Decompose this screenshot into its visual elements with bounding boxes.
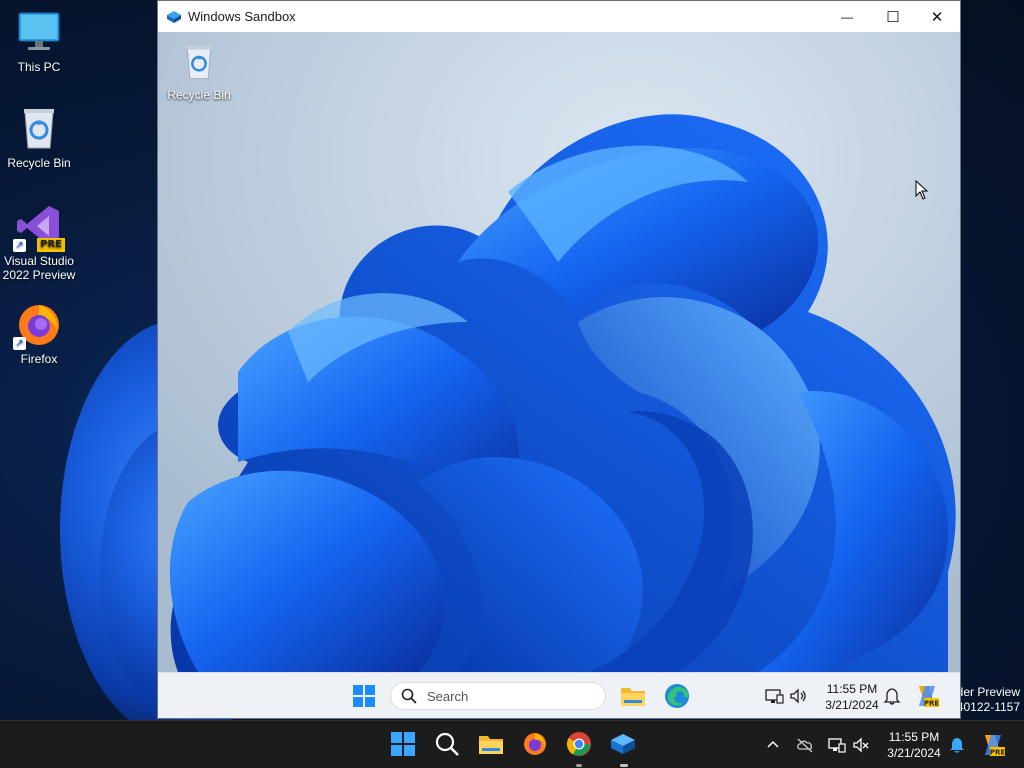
volume-muted-icon[interactable]: [852, 736, 870, 754]
host-firefox-button[interactable]: [522, 731, 550, 759]
network-icon[interactable]: [828, 736, 846, 754]
shortcut-arrow-icon: ↗: [13, 337, 26, 350]
minimize-button[interactable]: —: [824, 1, 870, 32]
bloom-wallpaper: [158, 32, 960, 672]
close-button[interactable]: ✕: [914, 1, 960, 32]
chrome-icon: [566, 732, 591, 756]
desktop-icon-label: This PC: [17, 60, 61, 74]
sandbox-search-box[interactable]: Search: [390, 682, 606, 710]
host-search-button[interactable]: [434, 731, 462, 759]
sandbox-taskbar: Search 11:55 PM 3/21/2024 PRE: [158, 672, 960, 718]
copilot-preview-icon[interactable]: PRE: [980, 732, 1006, 758]
desktop-icon-label: Visual Studio: [4, 254, 74, 268]
watermark-line: der Preview: [956, 685, 1020, 699]
network-icon[interactable]: [764, 686, 784, 706]
desktop-icon-label: Recycle Bin: [7, 156, 71, 170]
host-taskbar: 11:55 PM 3/21/2024 PRE: [0, 720, 1024, 768]
clock-time: 11:55 PM: [826, 682, 878, 696]
host-clock[interactable]: 11:55 PM 3/21/2024: [876, 729, 952, 761]
this-pc-icon: [15, 8, 63, 56]
copilot-preview-icon[interactable]: PRE: [914, 683, 940, 709]
file-explorer-icon: [621, 688, 645, 706]
host-chrome-button[interactable]: [566, 731, 594, 759]
sandbox-app-icon: [166, 9, 182, 25]
search-icon: [401, 688, 417, 709]
desktop-icon-recycle-bin[interactable]: Recycle Bin: [1, 104, 77, 170]
host-start-button[interactable]: [390, 731, 418, 759]
title-bar[interactable]: Windows Sandbox — ☐ ✕: [158, 1, 960, 32]
volume-icon[interactable]: [788, 686, 808, 706]
running-indicator: [620, 764, 628, 767]
sandbox-clock[interactable]: 11:55 PM 3/21/2024: [814, 681, 890, 713]
shortcut-arrow-icon: ↗: [13, 239, 26, 252]
sandbox-window[interactable]: Windows Sandbox — ☐ ✕ Recycle Bin Search…: [157, 0, 961, 719]
start-icon: [391, 732, 415, 756]
desktop-icon-label: Firefox: [20, 352, 58, 366]
sandbox-desktop: Recycle Bin Search 11:55 PM 3/21/2024 PR…: [158, 32, 960, 718]
host-sandbox-button[interactable]: [610, 731, 638, 759]
preview-badge: PRE: [924, 700, 940, 708]
clock-date: 3/21/2024: [825, 698, 879, 712]
sandbox-desktop-icon-recycle-bin[interactable]: Recycle Bin: [161, 40, 237, 102]
running-indicator: [576, 764, 582, 767]
watermark-line: 40122-1157: [956, 700, 1020, 714]
preview-badge: PRE: [990, 749, 1006, 757]
sandbox-edge-button[interactable]: [664, 683, 690, 709]
desktop-icon-label: Recycle Bin: [167, 88, 231, 102]
desktop-icon-this-pc[interactable]: This PC: [1, 8, 77, 74]
sandbox-file-explorer-button[interactable]: [620, 683, 646, 709]
firefox-icon: [524, 733, 546, 755]
edge-icon: [665, 684, 689, 708]
desktop-icon-label: 2022 Preview: [2, 268, 76, 282]
file-explorer-icon: [479, 736, 503, 754]
maximize-icon: ☐: [886, 8, 900, 26]
cloud-offline-icon[interactable]: [796, 736, 814, 754]
search-placeholder: Search: [427, 689, 469, 704]
sandbox-start-button[interactable]: [352, 684, 376, 708]
notification-bell-icon[interactable]: [948, 736, 966, 754]
window-title: Windows Sandbox: [188, 9, 296, 24]
recycle-bin-icon: [179, 40, 219, 84]
firefox-icon: ↗: [13, 300, 63, 350]
chevron-up-icon[interactable]: [764, 736, 782, 754]
clock-date: 3/21/2024: [887, 746, 941, 760]
maximize-button[interactable]: ☐: [870, 1, 916, 32]
build-watermark: der Preview 40122-1157: [957, 685, 1020, 715]
notification-bell-icon[interactable]: [882, 686, 902, 706]
desktop-icon-visual-studio[interactable]: ↗ PRE Visual Studio 2022 Preview: [1, 202, 77, 282]
close-icon: ✕: [930, 8, 944, 26]
mouse-cursor-icon: [915, 179, 929, 200]
desktop-icon-firefox[interactable]: ↗ Firefox: [1, 300, 77, 366]
clock-time: 11:55 PM: [888, 730, 940, 744]
sandbox-icon: [611, 734, 635, 754]
start-icon: [353, 685, 375, 707]
recycle-bin-icon: [15, 104, 63, 152]
visual-studio-icon: ↗ PRE: [13, 202, 65, 252]
preview-badge: PRE: [37, 238, 65, 252]
host-file-explorer-button[interactable]: [478, 731, 506, 759]
minimize-icon: —: [841, 9, 853, 24]
search-icon: [435, 732, 459, 756]
